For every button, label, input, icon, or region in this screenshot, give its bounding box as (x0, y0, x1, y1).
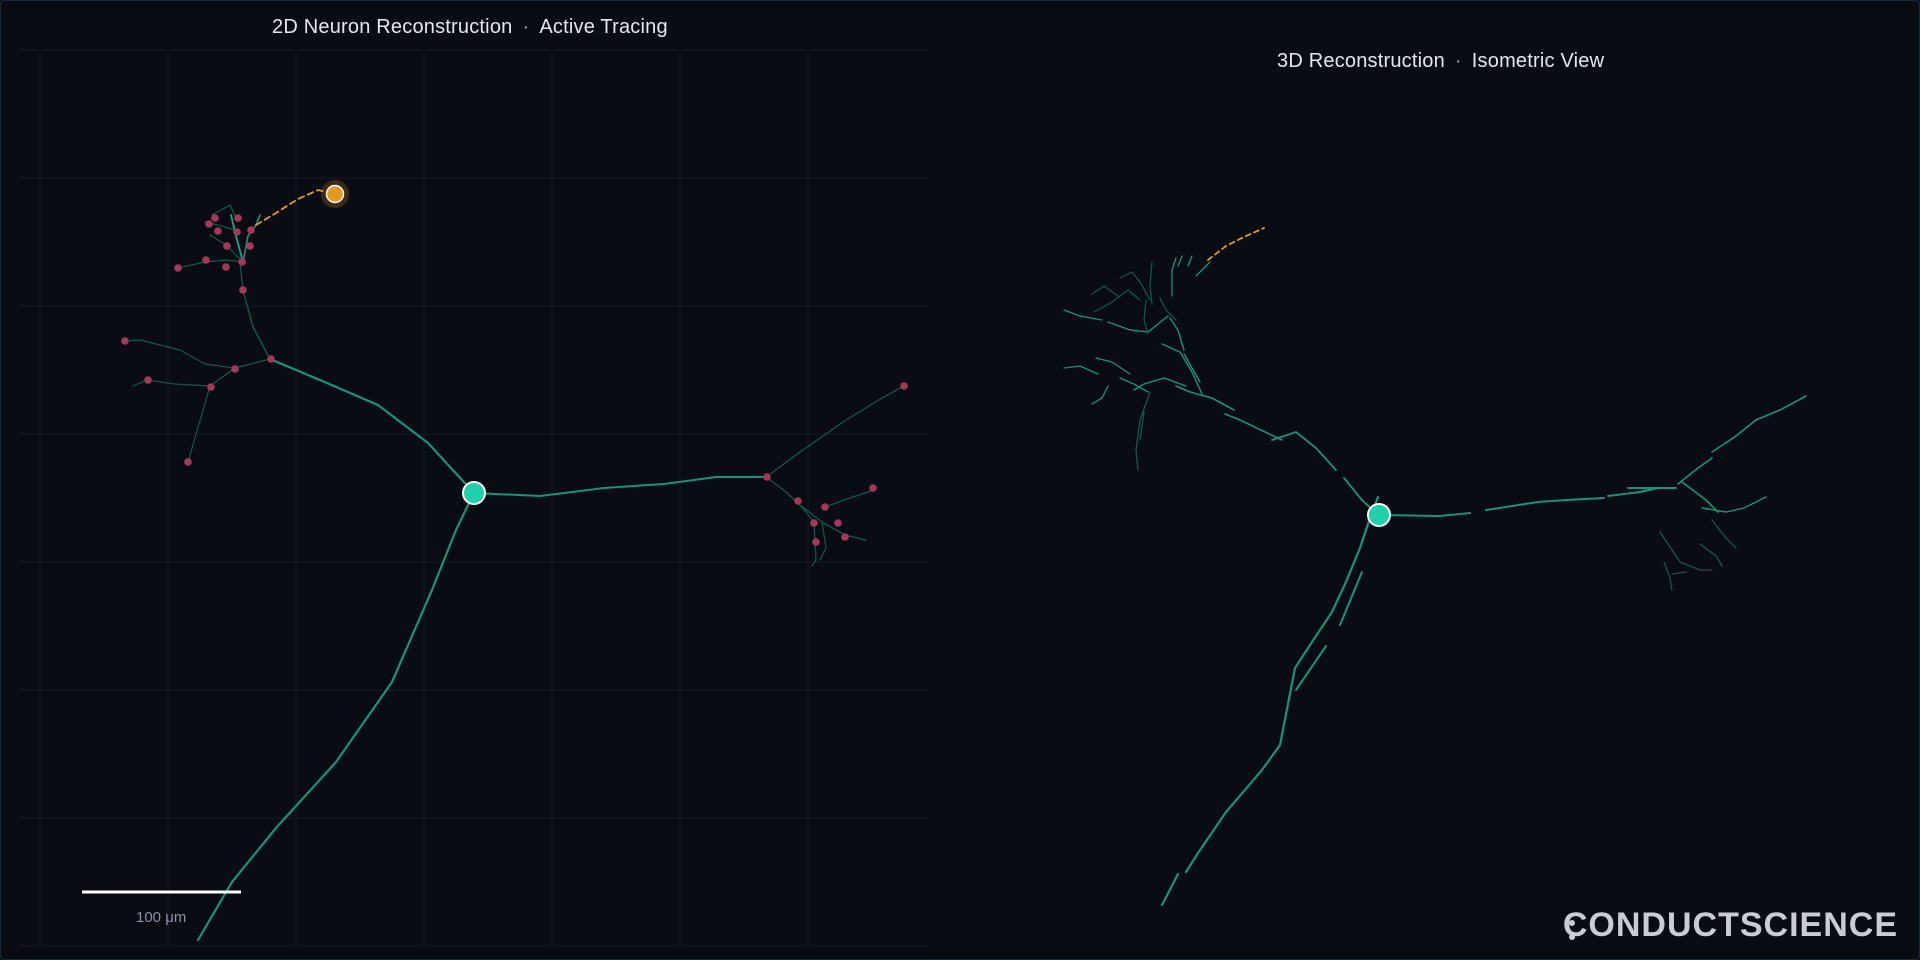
brand-name: CONDUCTSCIENCE (1562, 906, 1898, 944)
branch-point-icon[interactable] (234, 214, 242, 222)
dendrite-branch (230, 214, 244, 263)
dendrite-primary[interactable] (268, 357, 476, 495)
dendrite-3d (1149, 261, 1153, 305)
dendrite-3d (1659, 531, 1713, 571)
panel-2d-title-text: 2D Neuron Reconstruction (272, 16, 513, 38)
dendrite-3d (1195, 261, 1211, 277)
branch-point-icon[interactable] (821, 503, 829, 511)
dendrite-3d (1271, 430, 1337, 471)
dendrite-3d (1663, 561, 1673, 591)
dendrite-3d (1063, 365, 1099, 375)
branch-point-icon[interactable] (207, 383, 215, 391)
dendrite-branch (239, 261, 244, 291)
branch-point-icon[interactable] (223, 242, 231, 250)
dendrite-3d (1485, 497, 1605, 511)
branch-point-icon[interactable] (233, 228, 241, 236)
soma-node-icon[interactable] (462, 481, 486, 505)
branch-point-icon[interactable] (812, 538, 820, 546)
branch-point-icon[interactable] (869, 484, 877, 492)
branch-point-icon[interactable] (214, 227, 222, 235)
dendrite-3d (1175, 385, 1235, 411)
branch-point-icon[interactable] (239, 286, 247, 294)
branch-point-icon[interactable] (184, 458, 192, 466)
neuron-canvas[interactable] (0, 0, 1920, 960)
dendrite-3d (1091, 285, 1119, 297)
dendrite-3d (1187, 255, 1193, 267)
dendrite-3d (1107, 315, 1169, 333)
axon[interactable] (196, 491, 476, 942)
branch-point-icon[interactable] (174, 264, 182, 272)
axon-3d (1339, 571, 1363, 626)
branch-point-icon[interactable] (144, 376, 152, 384)
branch-point-icon[interactable] (834, 519, 842, 527)
branch-point-icon[interactable] (222, 263, 230, 271)
dendrite-3d (1183, 353, 1201, 383)
dendrite-3d (1093, 289, 1141, 313)
branch-point-icon[interactable] (205, 220, 213, 228)
branch-point-icon[interactable] (121, 337, 129, 345)
dendrite-3d (1063, 309, 1103, 321)
axon-3d[interactable] (1184, 495, 1380, 874)
dendrite-3d (1095, 357, 1131, 375)
branch-point-icon[interactable] (267, 355, 275, 363)
panel-2d-subtitle: Active Tracing (539, 16, 668, 38)
trace-3d (1063, 227, 1807, 907)
branch-point-icon[interactable] (238, 258, 246, 266)
trace-2d (123, 189, 905, 942)
dendrite-branch (242, 214, 261, 263)
branch-point-icon[interactable] (211, 214, 219, 222)
dendrite-branch (765, 385, 905, 478)
dendrite-branch (765, 476, 867, 541)
dendrite-3d (1161, 343, 1203, 395)
axon-3d (1295, 645, 1327, 691)
dendrite-3d (1607, 487, 1659, 497)
panel-3d-subtitle: Isometric View (1471, 50, 1605, 72)
dendrite-branch (123, 339, 236, 369)
title-separator: · (1454, 50, 1462, 72)
dendrite-3d (1171, 257, 1177, 297)
title-separator: · (522, 16, 530, 38)
branch-point-icon[interactable] (247, 226, 255, 234)
branch-point-icon[interactable] (231, 365, 239, 373)
dendrite-3d (1091, 385, 1109, 405)
dendrite-right[interactable] (473, 476, 767, 497)
panel-3d-title-text: 3D Reconstruction (1277, 50, 1445, 72)
dendrite-branch (177, 259, 244, 269)
dendrite-3d[interactable] (1379, 512, 1471, 518)
tracing-cursor-icon[interactable] (321, 180, 349, 208)
active-trace-3d[interactable] (1207, 227, 1265, 261)
branch-point-icon[interactable] (763, 473, 771, 481)
dendrite-3d (1169, 317, 1185, 351)
dendrite-3d (1681, 481, 1719, 513)
dendrite-3d (1699, 543, 1723, 567)
soma-node-3d-icon[interactable] (1367, 503, 1391, 527)
axon-3d (1160, 872, 1180, 907)
dendrite-branch (187, 358, 271, 463)
branch-point-icon[interactable] (841, 533, 849, 541)
dendrite-branch (821, 489, 875, 509)
dendrite-branch (819, 521, 827, 561)
panel-3d-title: 3D Reconstruction · Isometric View (1277, 50, 1604, 73)
dendrite-3d (1224, 413, 1283, 441)
dendrite-3d (1677, 457, 1713, 485)
dendrite-3d (1135, 391, 1151, 471)
panel-2d-title: 2D Neuron Reconstruction · Active Tracing (272, 16, 668, 39)
branch-point-icon[interactable] (794, 497, 802, 505)
dendrite-3d (1671, 571, 1687, 575)
dendrite-3d (1177, 255, 1183, 267)
branch-point-icon[interactable] (246, 242, 254, 250)
dendrite-3d (1143, 299, 1149, 335)
dendrite-branch (242, 289, 271, 360)
branch-point-icon[interactable] (202, 256, 210, 264)
branch-point-icon[interactable] (900, 382, 908, 390)
branch-point-icon[interactable] (810, 519, 818, 527)
dendrite-3d (1711, 519, 1737, 549)
scale-bar-label: 100 μm (136, 909, 187, 926)
dendrite-3d (1711, 395, 1807, 453)
